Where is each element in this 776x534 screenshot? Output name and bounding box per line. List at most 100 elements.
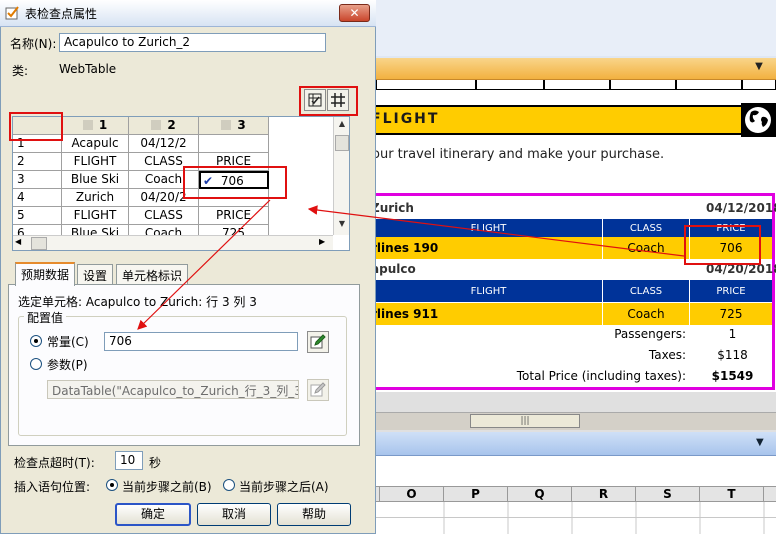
scroll-up-icon[interactable]: ▲ bbox=[334, 119, 349, 133]
grid-cell[interactable]: CLASS bbox=[129, 207, 199, 225]
chevron-down-icon[interactable]: ▼ bbox=[752, 61, 766, 75]
checkpoint-app-icon bbox=[5, 5, 21, 21]
taxes-label: Taxes: bbox=[648, 348, 686, 362]
timeout-input[interactable]: 10 bbox=[115, 451, 143, 470]
config-value-legend: 配置值 bbox=[24, 309, 67, 326]
insert-after-radio[interactable] bbox=[223, 479, 235, 491]
parameter-label: 参数(P) bbox=[47, 358, 88, 372]
price-header: PRICE bbox=[716, 285, 746, 297]
name-input[interactable]: Acapulco to Zurich_2 bbox=[59, 33, 326, 52]
parameter-value-input[interactable]: DataTable("Acapulco_to_Zurich_行_3_列_3", … bbox=[47, 380, 299, 399]
column-header[interactable]: P bbox=[444, 487, 508, 503]
grid-vertical-thumb[interactable] bbox=[335, 135, 349, 151]
flight-header: FLIGHT bbox=[470, 285, 507, 297]
chevron-down-icon[interactable]: ▼ bbox=[756, 437, 764, 448]
tab-cell-identification[interactable]: 单元格标识 bbox=[116, 264, 189, 285]
insert-after-label: 当前步骤之后(A) bbox=[239, 480, 329, 494]
passengers-value: 1 bbox=[728, 327, 737, 341]
spreadsheet-body[interactable] bbox=[376, 502, 776, 534]
parameter-radio[interactable] bbox=[30, 358, 42, 370]
grid-row-header[interactable]: 5 bbox=[13, 207, 62, 225]
nav-tab[interactable] bbox=[376, 80, 476, 90]
taxes-value: $118 bbox=[717, 348, 748, 362]
trip2-route: apulco bbox=[371, 262, 416, 276]
insert-before-radio[interactable] bbox=[106, 479, 118, 491]
timeout-unit: 秒 bbox=[149, 456, 162, 470]
constant-value-input[interactable]: 706 bbox=[104, 332, 298, 351]
class-label: 类: bbox=[12, 64, 29, 78]
trip2-class: Coach bbox=[627, 307, 665, 321]
grid-cell[interactable]: PRICE bbox=[199, 207, 269, 225]
trip1-route-row: Zurich 04/12/2018 bbox=[371, 198, 776, 218]
scroll-left-icon[interactable]: ◀ bbox=[15, 237, 21, 246]
edit-parameter-button[interactable] bbox=[307, 379, 329, 401]
nav-tab[interactable] bbox=[544, 80, 610, 90]
trip2-price: 725 bbox=[719, 307, 743, 321]
grid-col-header[interactable]: 3 bbox=[199, 117, 269, 135]
grid-cell[interactable]: FLIGHT bbox=[62, 207, 129, 225]
trip1-route: Zurich bbox=[371, 201, 414, 215]
scroll-right-icon[interactable]: ▶ bbox=[319, 237, 325, 246]
class-header: CLASS bbox=[629, 285, 663, 297]
flight-header: FLIGHT bbox=[470, 222, 507, 234]
insert-position-label: 插入语句位置: bbox=[14, 480, 91, 494]
grid-horizontal-thumb[interactable] bbox=[31, 237, 47, 250]
annotation-box-price bbox=[684, 225, 761, 265]
orange-toolbar bbox=[376, 58, 776, 80]
constant-radio[interactable] bbox=[30, 335, 42, 347]
edit-icon bbox=[310, 382, 326, 397]
column-header[interactable]: Q bbox=[508, 487, 572, 503]
class-header: CLASS bbox=[629, 222, 663, 234]
trip2-flight: rlines 911 bbox=[371, 307, 439, 321]
annotation-box-toolbar bbox=[299, 86, 358, 116]
passengers-label: Passengers: bbox=[614, 327, 686, 341]
edit-icon bbox=[310, 334, 326, 349]
column-header[interactable]: T bbox=[700, 487, 764, 503]
grid-cell[interactable]: Zurich bbox=[62, 189, 129, 207]
grid-row-header[interactable]: 4 bbox=[13, 189, 62, 207]
nav-tab[interactable] bbox=[676, 80, 742, 90]
grid-cell[interactable] bbox=[199, 135, 269, 153]
nav-tab[interactable] bbox=[742, 80, 776, 90]
tab-settings[interactable]: 设置 bbox=[77, 264, 114, 285]
column-header[interactable]: S bbox=[636, 487, 700, 503]
grid-col-header[interactable]: 1 bbox=[62, 117, 129, 135]
trip2-header-row: FLIGHT CLASS PRICE bbox=[375, 280, 772, 302]
grid-cell[interactable]: 04/12/2 bbox=[129, 135, 199, 153]
grid-row-header[interactable]: 2 bbox=[13, 153, 62, 171]
dialog-title: 表检查点属性 bbox=[25, 7, 98, 21]
class-value: WebTable bbox=[59, 62, 117, 76]
blue-panel-header bbox=[376, 432, 776, 456]
insert-before-label: 当前步骤之前(B) bbox=[122, 480, 212, 494]
column-header[interactable]: R bbox=[572, 487, 636, 503]
trip1-class: Coach bbox=[627, 241, 665, 255]
grid-cell[interactable]: Acapulc bbox=[62, 135, 129, 153]
grid-cell[interactable]: Blue Ski bbox=[62, 171, 129, 189]
nav-tab[interactable] bbox=[610, 80, 676, 90]
tab-expected-data[interactable]: 预期数据 bbox=[15, 262, 76, 286]
intro-text: our travel itinerary and make your purch… bbox=[372, 147, 665, 162]
grid-vertical-scrollbar[interactable]: ▲ ▼ bbox=[333, 117, 349, 235]
close-button[interactable]: ✕ bbox=[339, 4, 370, 22]
nav-strip bbox=[376, 80, 776, 90]
trip1-date: 04/12/2018 bbox=[706, 201, 776, 215]
cancel-button[interactable]: 取消 bbox=[197, 503, 271, 526]
flight-banner-title: FLIGHT bbox=[371, 111, 440, 127]
grid-row-header[interactable]: 3 bbox=[13, 171, 62, 189]
scroll-thumb[interactable]: ||| bbox=[470, 414, 580, 428]
grid-col-header[interactable]: 2 bbox=[129, 117, 199, 135]
nav-tab[interactable] bbox=[476, 80, 544, 90]
grid-cell[interactable]: FLIGHT bbox=[62, 153, 129, 171]
scroll-down-icon[interactable]: ▼ bbox=[334, 219, 349, 233]
help-button[interactable]: 帮助 bbox=[277, 503, 351, 526]
timeout-label: 检查点超时(T): bbox=[14, 456, 95, 470]
annotation-box-selected-cell bbox=[183, 166, 287, 199]
annotation-box-corner bbox=[9, 112, 63, 141]
column-header[interactable]: O bbox=[380, 487, 444, 503]
name-label: 名称(N): bbox=[10, 37, 57, 51]
grid-horizontal-scrollbar[interactable]: ◀ ▶ bbox=[13, 235, 333, 250]
ok-button[interactable]: 确定 bbox=[115, 503, 191, 526]
browser-top-area bbox=[376, 0, 776, 56]
edit-constant-button[interactable] bbox=[307, 331, 329, 353]
total-value: $1549 bbox=[711, 369, 754, 383]
